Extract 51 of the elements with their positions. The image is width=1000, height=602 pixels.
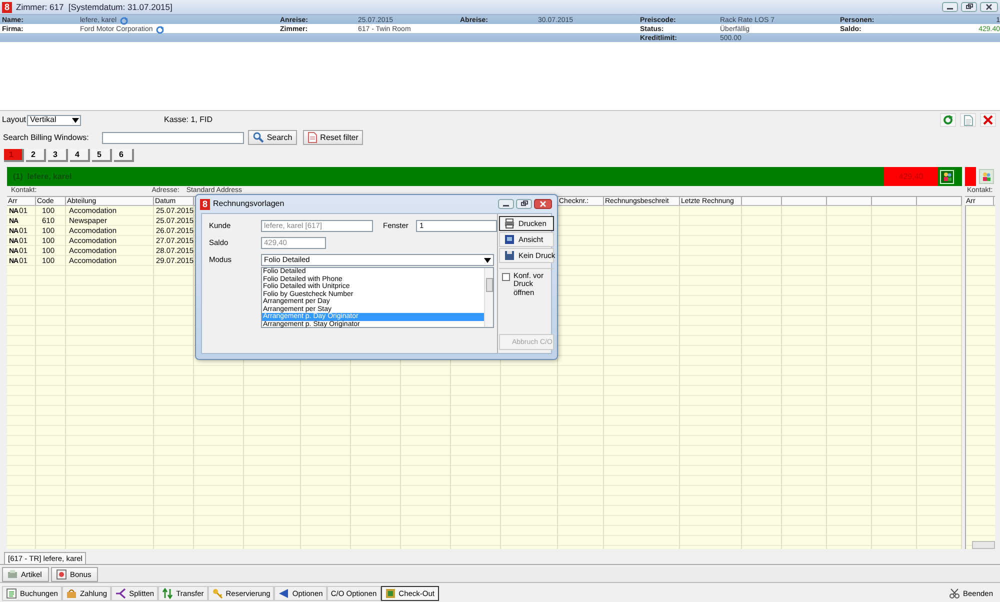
close-button[interactable] [980,113,996,127]
minimize-icon[interactable] [942,2,958,12]
refresh-icon [943,115,953,125]
back-arrow-icon [278,588,290,599]
preview-icon [504,234,516,245]
window-title: Zimmer: 617 [Systemdatum: 31.07.2015] [16,2,172,12]
people-icon [942,172,952,181]
folio-balance: 429,40 [884,167,938,186]
restore-icon[interactable] [961,2,977,12]
scrollbar[interactable] [972,541,995,549]
register-label: Kasse: 1, FID [164,116,212,124]
bag-icon [66,588,77,599]
split-icon [115,588,126,599]
dropdown-arrow-icon[interactable] [484,258,491,262]
key-icon [212,588,223,599]
reset-filter-button[interactable]: Reset filter [303,130,364,145]
document-icon [308,132,318,143]
close-icon [983,115,993,125]
refresh-button[interactable] [940,113,956,127]
box-icon [7,569,18,580]
document-icon [964,114,972,126]
app-logo: 8 [200,198,210,210]
ledger-icon [6,588,17,599]
printer-icon [504,218,516,229]
field-label: Layout [2,116,26,124]
refresh-icon [156,26,164,34]
window-tab[interactable]: 3 [48,149,68,162]
people-icon [982,172,991,181]
window-tab[interactable]: 5 [92,149,112,162]
window-tab[interactable]: 4 [70,149,90,162]
checkbox[interactable] [502,273,510,281]
transfer-icon [162,588,174,599]
search-icon [252,132,264,143]
folio-button[interactable] [979,169,994,184]
search-label: Search Billing Windows: [3,134,89,142]
layout-dropdown[interactable]: Vertikal [27,114,82,126]
app-logo: 8 [2,2,12,12]
close-icon[interactable] [534,199,552,209]
search-field[interactable] [102,132,244,144]
scissors-icon [948,588,960,599]
restore-icon[interactable] [516,199,532,209]
search-button[interactable]: Search [248,130,298,145]
status-marker [965,167,976,186]
dropdown-arrow-icon[interactable] [72,118,80,122]
close-icon[interactable] [980,2,998,12]
minimize-icon[interactable] [498,199,514,209]
window-tab[interactable]: 2 [26,149,46,162]
window-tab[interactable]: 6 [114,149,134,162]
scrollbar[interactable] [484,268,493,327]
refresh-icon [120,16,128,24]
dialog-title: Rechnungsvorlagen [213,200,286,208]
